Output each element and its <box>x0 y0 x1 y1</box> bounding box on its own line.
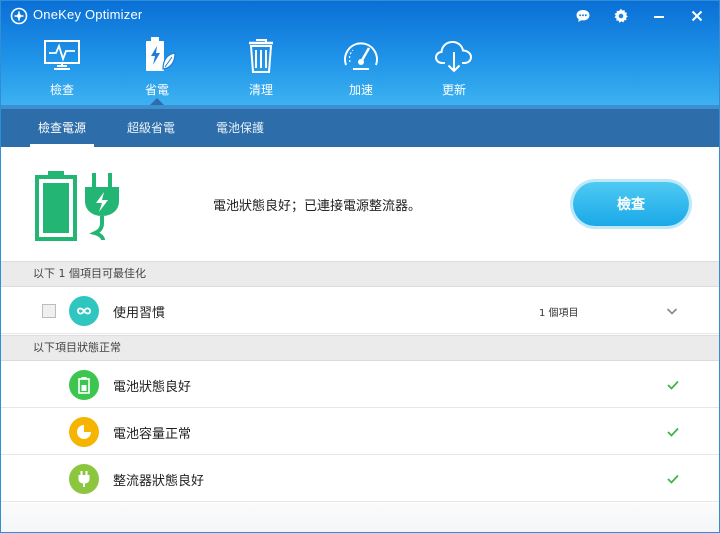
battery-status-icon <box>35 171 77 241</box>
status-message: 電池狀態良好；已連接電源整流器。 <box>213 199 422 214</box>
nav-item-check[interactable]: 檢查 <box>12 31 112 105</box>
list-item-battery-capacity: 電池容量正常 <box>1 408 719 455</box>
title-bar: OneKey Optimizer <box>1 1 719 31</box>
list-item-usage-habits[interactable]: 使用習慣 1 個項目 <box>1 287 719 334</box>
header: OneKey Optimizer 檢查 省電 清理 加速 更新 <box>1 1 719 105</box>
cloud-download-icon <box>434 40 473 73</box>
main-nav: 檢查 省電 清理 加速 更新 <box>1 31 719 105</box>
nav-label: 省電 <box>144 83 169 97</box>
settings-button[interactable] <box>608 4 634 28</box>
app-title: OneKey Optimizer <box>33 7 143 22</box>
check-icon <box>667 474 679 484</box>
chevron-down-icon[interactable] <box>664 303 680 319</box>
item-label: 整流器狀態良好 <box>113 474 205 489</box>
status-panel: 電池狀態良好；已連接電源整流器。 檢查 <box>1 147 719 261</box>
tab-battery-protection[interactable]: 電池保護 <box>216 109 264 147</box>
check-button[interactable]: 檢查 <box>573 182 689 226</box>
optimizable-section-header: 以下 1 個項目可最佳化 <box>1 261 719 287</box>
power-plug-icon <box>85 173 119 241</box>
check-icon <box>667 380 679 390</box>
item-icon-circle <box>69 296 99 326</box>
minimize-icon <box>654 16 664 18</box>
list-item-adapter-status: 整流器狀態良好 <box>1 455 719 502</box>
feedback-button[interactable] <box>570 4 596 28</box>
list-item-battery-status: 電池狀態良好 <box>1 361 719 408</box>
item-icon-circle <box>69 370 99 400</box>
item-label: 使用習慣 <box>113 306 166 321</box>
tab-check-power[interactable]: 檢查電源 <box>29 109 95 147</box>
item-icon-circle <box>69 464 99 494</box>
item-label: 電池容量正常 <box>113 427 192 442</box>
app-window: OneKey Optimizer 檢查 省電 清理 加速 更新 檢查電源 超級省… <box>0 0 720 533</box>
minimize-button[interactable] <box>646 4 672 28</box>
nav-item-power-saving[interactable]: 省電 <box>107 31 207 105</box>
nav-item-speed-up[interactable]: 加速 <box>311 31 411 105</box>
speedometer-icon <box>344 42 378 70</box>
nav-label: 更新 <box>441 83 466 97</box>
app-logo-icon <box>10 7 28 25</box>
battery-icon <box>78 377 90 394</box>
nav-item-update[interactable]: 更新 <box>404 31 504 105</box>
monitor-icon <box>44 40 80 70</box>
nav-label: 檢查 <box>49 83 74 97</box>
infinity-icon <box>77 307 91 315</box>
feedback-icon <box>576 10 590 22</box>
nav-label: 清理 <box>248 83 273 97</box>
normal-section-header: 以下項目狀態正常 <box>1 335 719 361</box>
pie-clock-icon <box>77 425 91 439</box>
close-button[interactable] <box>684 4 710 28</box>
battery-leaf-icon <box>146 37 176 71</box>
subtab-bar: 檢查電源 超級省電 電池保護 <box>1 105 719 147</box>
item-label: 電池狀態良好 <box>113 380 192 395</box>
check-icon <box>667 427 679 437</box>
settings-icon <box>614 8 628 23</box>
item-icon-circle <box>69 417 99 447</box>
item-checkbox[interactable] <box>42 304 56 318</box>
nav-label: 加速 <box>348 83 373 97</box>
close-icon <box>691 10 703 22</box>
plug-icon <box>78 471 90 487</box>
tab-super-power-saving[interactable]: 超級省電 <box>127 109 175 147</box>
item-count: 1 個項目 <box>539 308 579 319</box>
trash-icon <box>249 39 273 73</box>
nav-item-clean[interactable]: 清理 <box>211 31 311 105</box>
footer-area <box>1 503 719 532</box>
